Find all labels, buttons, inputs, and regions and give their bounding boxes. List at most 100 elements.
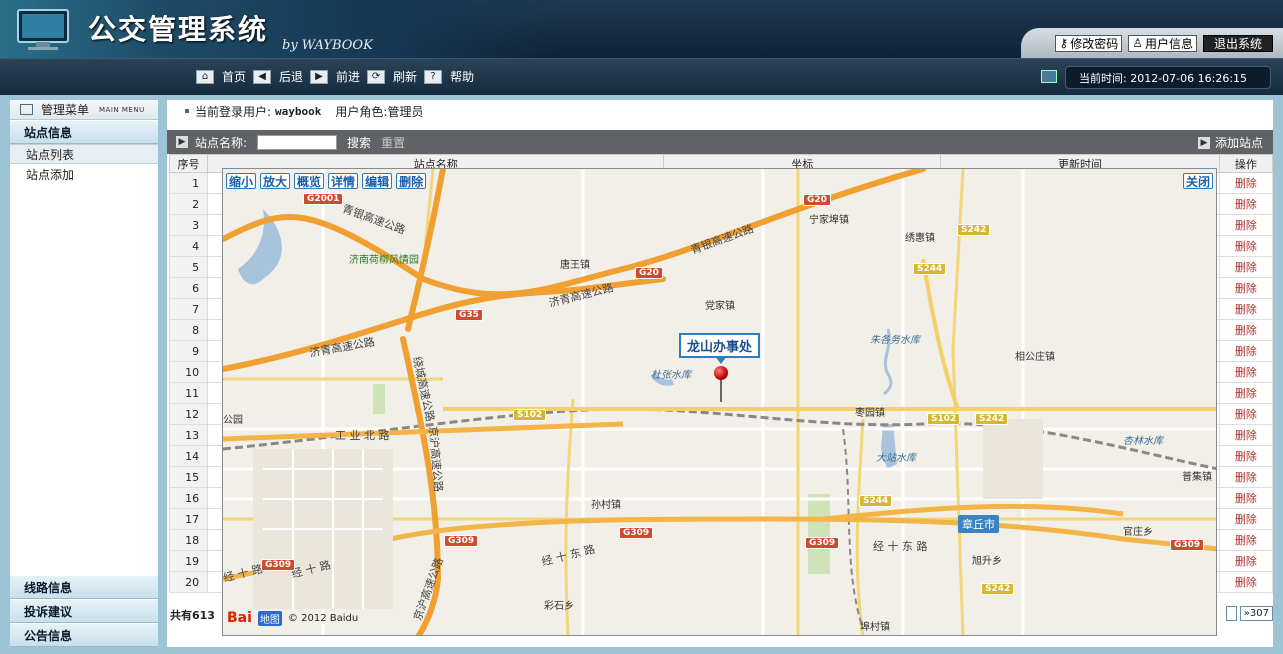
reset-button[interactable]: 重置 [381,134,405,151]
row-index: 5 [168,256,209,278]
sidebar-section-station[interactable]: 站点信息 [10,120,158,144]
forward-icon: ▶ [310,69,329,84]
login-info: 当前登录用户: waybook 用户角色: 管理员 [167,100,1273,122]
delete-link[interactable]: 删除 [1218,256,1274,278]
row-index: 6 [168,277,209,299]
page-blank[interactable] [1225,606,1237,621]
map-label: 大站水库 [876,453,916,464]
sidebar-item-station-list[interactable]: 站点列表 [10,144,158,164]
sidebar-item-station-add[interactable]: 站点添加 [10,164,158,184]
key-icon: ⚷ [1059,36,1069,50]
road-label: 工 业 北 路 [335,429,390,442]
road-shield: S102 [927,413,961,425]
current-time: 当前时间: 2012-07-06 16:26:15 [1065,66,1271,89]
map-label: 埠村镇 [860,622,890,633]
refresh-icon: ⟳ [367,69,386,84]
row-index: 11 [168,382,209,404]
delete-link[interactable]: 删除 [1218,550,1274,572]
row-index: 13 [168,424,209,446]
delete-link[interactable]: 删除 [1218,277,1274,299]
road-shield: G20 [635,267,663,279]
delete-link[interactable]: 删除 [1218,340,1274,362]
close-button[interactable]: 关闭 [1182,173,1213,189]
delete-link[interactable]: 删除 [1218,298,1274,320]
map-label: 彩石乡 [544,601,574,612]
sidebar-section-route[interactable]: 线路信息 [10,575,158,599]
map-label: 普集镇 [1182,472,1212,483]
monitor-icon [17,9,69,50]
pin-stick [720,378,722,402]
road-shield: G20 [803,194,831,206]
row-index: 9 [168,340,209,362]
delete-link[interactable]: 删除 [1218,487,1274,509]
station-name-input[interactable] [257,134,338,150]
app-subtitle: by WAYBOOK [282,38,373,53]
user-info-button[interactable]: ♙ 用户信息 [1128,34,1197,52]
sidebar-section-complaints[interactable]: 投诉建议 [10,599,158,623]
map-label: 孙村镇 [591,500,621,511]
road-shield: S102 [513,409,547,421]
delete-link[interactable]: 删除 [1218,193,1274,215]
nav-home[interactable]: ⌂ 首页 [196,68,246,85]
nav-help[interactable]: ? 帮助 [424,68,474,85]
delete-button[interactable]: 删除 [396,173,427,189]
add-station-button[interactable]: ▶ 添加站点 [1197,134,1263,151]
delete-link[interactable]: 删除 [1218,361,1274,383]
search-button[interactable]: 搜索 [347,134,371,151]
nav-back[interactable]: ◀ 后退 [253,68,303,85]
road-shield: S244 [859,495,893,507]
zoom-in-button[interactable]: 放大 [260,173,291,189]
row-index: 4 [168,235,209,257]
road-shield: G2001 [303,193,344,205]
help-icon: ? [424,69,443,84]
delete-link[interactable]: 删除 [1218,424,1274,446]
pager: »307 [1225,606,1273,621]
marker-label[interactable]: 龙山办事处 [679,333,761,364]
delete-link[interactable]: 删除 [1218,382,1274,404]
back-icon: ◀ [253,69,272,84]
edit-button[interactable]: 编辑 [362,173,393,189]
arrow-icon: ▶ [176,136,188,148]
app-title: 公交管理系统 [88,13,269,46]
delete-link[interactable]: 删除 [1218,508,1274,530]
nav-refresh[interactable]: ⟳ 刷新 [367,68,417,85]
road-shield: G309 [1170,539,1205,551]
map-label: 官庄乡 [1123,527,1153,538]
row-index: 8 [168,319,209,341]
delete-link[interactable]: 删除 [1218,172,1274,194]
row-index: 15 [168,466,209,488]
change-password-button[interactable]: ⚷ 修改密码 [1055,34,1123,52]
map-label: 唐王镇 [560,260,590,271]
col-actions: 操作 [1218,154,1274,173]
delete-link[interactable]: 删除 [1218,466,1274,488]
row-index: 20 [168,571,209,593]
sidebar-section-notices[interactable]: 公告信息 [10,623,158,647]
row-index: 3 [168,214,209,236]
delete-link[interactable]: 删除 [1218,445,1274,467]
detail-button[interactable]: 详情 [328,173,359,189]
delete-link[interactable]: 删除 [1218,235,1274,257]
delete-link[interactable]: 删除 [1218,403,1274,425]
delete-link[interactable]: 删除 [1218,529,1274,551]
delete-link[interactable]: 删除 [1218,214,1274,236]
nav-forward[interactable]: ▶ 前进 [310,68,360,85]
top-buttons: ⚷ 修改密码 ♙ 用户信息 退出系统 [1021,28,1283,58]
road-label: 经 十 东 路 [873,540,928,553]
last-page-button[interactable]: »307 [1239,606,1273,621]
menu-icon [20,104,33,115]
row-index: 18 [168,529,209,551]
map-popup[interactable]: 宁家埠镇 绣惠镇 唐王镇 党家镇 济南荷柳风情园 朱各务水库 相公庄镇 杜张水库… [222,168,1217,636]
nav-bar: ⌂ 首页 ◀ 后退 ▶ 前进 ⟳ 刷新 ? 帮助 当前时间: 2012-07-06 16:… [0,58,1283,95]
delete-link[interactable]: 删除 [1218,319,1274,341]
col-index: 序号 [168,154,209,173]
overview-button[interactable]: 概览 [294,173,325,189]
road-shield: S244 [913,263,947,275]
delete-link[interactable]: 删除 [1218,571,1274,593]
arrow-icon: ▶ [1197,136,1210,149]
baidu-logo: Bai 地图 © 2012 Baidu [227,610,359,626]
logout-button[interactable]: 退出系统 [1202,34,1273,52]
zoom-out-button[interactable]: 缩小 [226,173,257,189]
location-pin-icon[interactable] [714,366,728,380]
header: 公交管理系统 by WAYBOOK ⚷ 修改密码 ♙ 用户信息 退出系统 ⌂ 首页… [0,0,1283,95]
map-label: 相公庄镇 [1015,352,1055,363]
